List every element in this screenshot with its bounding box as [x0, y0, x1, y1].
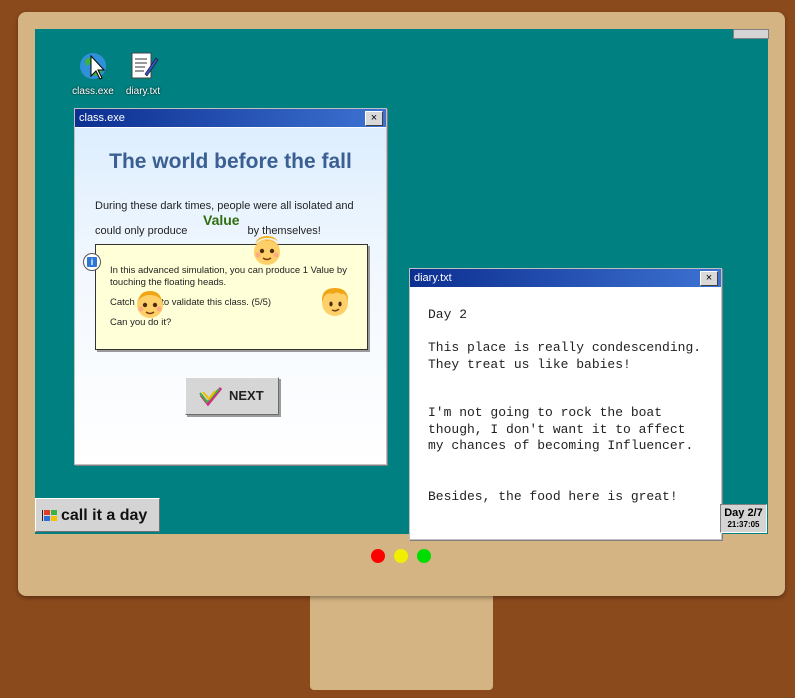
diary-day-heading: Day 2 — [428, 307, 468, 322]
call-it-a-day-button[interactable]: call it a day — [35, 498, 160, 532]
next-arrow-icon — [199, 387, 223, 406]
clock-day: Day 2/7 — [724, 507, 763, 519]
class-exe-icon — [77, 50, 109, 82]
diary-paragraph-2: I'm not going to rock the boat though, I… — [428, 405, 694, 453]
diary-window-title: diary.txt — [414, 272, 452, 284]
clock-time: 21:37:05 — [727, 520, 760, 529]
diary-window-close-button[interactable]: × — [700, 271, 718, 286]
call-it-a-day-label: call it a day — [61, 507, 148, 524]
diary-window-titlebar[interactable]: diary.txt × — [410, 269, 721, 287]
diary-txt-icon — [127, 50, 159, 82]
red-led — [371, 549, 385, 563]
diary-txt-window: diary.txt × Day 2 This place is really c… — [409, 268, 722, 540]
value-word: Value — [203, 212, 240, 228]
floating-head-3[interactable] — [319, 285, 351, 319]
class-window-titlebar[interactable]: class.exe × — [75, 109, 386, 127]
diary-txt-label: diary.txt — [125, 86, 161, 97]
floating-head-2[interactable] — [134, 287, 166, 321]
desktop-icon-diary-txt[interactable]: diary.txt — [113, 50, 173, 97]
diary-paragraph-3: Besides, the food here is great! — [428, 489, 678, 504]
day-clock: Day 2/7 21:37:05 — [720, 504, 767, 533]
diary-paragraph-1: This place is really condescending. They… — [428, 340, 702, 372]
diary-window-body: Day 2 This place is really condescending… — [410, 288, 721, 539]
description-line-2-a: could only produce — [95, 225, 188, 237]
yellow-led — [394, 549, 408, 563]
next-button[interactable]: NEXT — [185, 377, 279, 415]
class-window-close-button[interactable]: × — [365, 111, 383, 126]
monitor-stand — [310, 592, 493, 690]
floating-head-1[interactable] — [251, 234, 283, 268]
windows-flag-icon — [42, 510, 57, 521]
green-led — [417, 549, 431, 563]
info-line-1: In this advanced simulation, you can pro… — [110, 265, 347, 276]
info-icon: i — [83, 253, 101, 271]
class-window-title: class.exe — [79, 112, 125, 124]
class-heading: The world before the fall — [109, 150, 352, 173]
next-button-label: NEXT — [229, 388, 264, 403]
screen-corner-bit — [733, 29, 769, 39]
